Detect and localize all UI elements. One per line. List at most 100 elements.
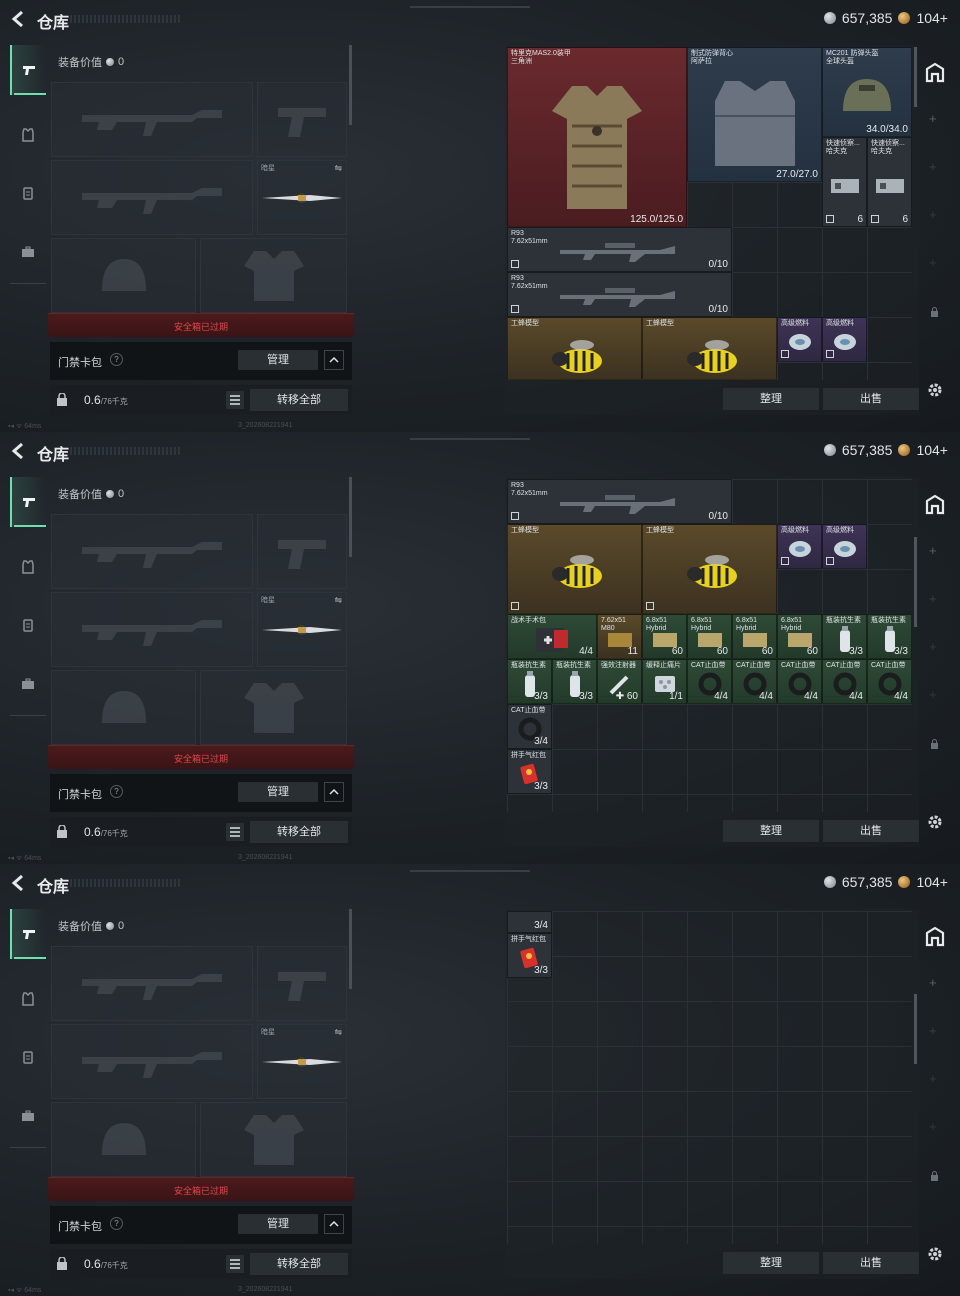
stash-tab-button[interactable] xyxy=(922,923,948,949)
settings-button[interactable] xyxy=(922,809,948,835)
manage-button[interactable]: 管理 xyxy=(238,1214,318,1234)
transfer-all-button[interactable]: 转移全部 xyxy=(250,389,348,411)
list-button[interactable] xyxy=(226,1255,244,1273)
helmet-slot[interactable] xyxy=(51,1102,196,1177)
item-recon-1[interactable]: 快速侦察... 哈夫克 6 xyxy=(822,137,867,227)
stash-tab-button[interactable] xyxy=(922,59,948,85)
sort-button[interactable]: 整理 xyxy=(723,1252,819,1274)
item-injector[interactable]: 强效注射器 ✚ 60 xyxy=(597,659,642,704)
tab-armor[interactable] xyxy=(10,974,46,1024)
primary-weapon-slot[interactable] xyxy=(51,946,253,1021)
sort-button[interactable]: 整理 xyxy=(723,388,819,410)
tab-armor[interactable] xyxy=(10,110,46,160)
settings-button[interactable] xyxy=(922,1241,948,1267)
item-medkit[interactable]: 战术手术包 4/4 xyxy=(507,614,597,659)
item-antibiotic-4[interactable]: 瓶装抗生素 3/3 xyxy=(552,659,597,704)
item-ammo-68-c[interactable]: 6.8x51 Hybrid 60 xyxy=(732,614,777,659)
item-pills[interactable]: 缓释止痛片 1/1 xyxy=(642,659,687,704)
item-ammo-68-d[interactable]: 6.8x51 Hybrid 60 xyxy=(777,614,822,659)
back-arrow-icon[interactable] xyxy=(10,874,28,892)
back-arrow-icon[interactable] xyxy=(10,10,28,28)
item-antibiotic-3[interactable]: 瓶装抗生素 3/3 xyxy=(507,659,552,704)
transfer-all-button[interactable]: 转移全部 xyxy=(250,1253,348,1275)
secondary-weapon-slot[interactable] xyxy=(51,592,253,667)
secondary-weapon-slot[interactable] xyxy=(51,1024,253,1099)
equip-scrollbar[interactable] xyxy=(349,477,352,557)
helmet-slot[interactable] xyxy=(51,670,196,745)
tab-backpack[interactable] xyxy=(10,168,46,218)
safebox-expired-banner[interactable]: 安全箱已过期 xyxy=(48,313,354,337)
item-rifle-1[interactable]: R93 7.62x51mm 0/10 xyxy=(507,227,732,272)
tab-case[interactable] xyxy=(10,1091,46,1141)
add-tab-icon[interactable]: + xyxy=(929,639,937,654)
currency-display[interactable]: 657,385 104+ xyxy=(823,10,948,26)
item-tourniquet-6[interactable]: 3/4 xyxy=(507,911,552,933)
item-rifle-2[interactable]: R93 7.62x51mm 0/10 xyxy=(507,479,732,524)
equip-scrollbar[interactable] xyxy=(349,909,352,989)
add-tab-icon[interactable]: + xyxy=(929,543,937,558)
currency-display[interactable]: 657,385 104+ xyxy=(823,874,948,890)
tab-weapons[interactable] xyxy=(10,909,46,959)
item-tourniquet-5[interactable]: CAT止血带 4/4 xyxy=(867,659,912,704)
item-vest[interactable]: 制式防弹背心 阿萨拉 27.0/27.0 xyxy=(687,47,822,182)
item-tourniquet-2[interactable]: CAT止血带 4/4 xyxy=(732,659,777,704)
tab-case[interactable] xyxy=(10,227,46,277)
item-tourniquet-6[interactable]: CAT止血带 3/4 xyxy=(507,704,552,749)
item-red-packet[interactable]: 拼手气红包 3/3 xyxy=(507,749,552,794)
back-arrow-icon[interactable] xyxy=(10,442,28,460)
sell-button[interactable]: 出售 xyxy=(823,1252,919,1274)
body-armor-slot[interactable] xyxy=(200,238,347,313)
item-tourniquet-1[interactable]: CAT止血带 4/4 xyxy=(687,659,732,704)
swap-icon[interactable]: ⇋ xyxy=(334,1027,342,1038)
melee-slot[interactable]: 暗星 ⇋ xyxy=(257,592,347,667)
item-ammo-762[interactable]: 7.62x51 M80 11 xyxy=(597,614,642,659)
body-armor-slot[interactable] xyxy=(200,1102,347,1177)
stash-scrollbar[interactable] xyxy=(914,537,917,627)
tab-weapons[interactable] xyxy=(10,45,46,95)
add-tab-icon[interactable]: + xyxy=(929,111,937,126)
item-fuel-2[interactable]: 高级燃料 xyxy=(822,524,867,569)
stash-scrollbar[interactable] xyxy=(914,994,917,1064)
item-fuel-1[interactable]: 高级燃料 xyxy=(777,524,822,569)
manage-button[interactable]: 管理 xyxy=(238,350,318,370)
safebox-expired-banner[interactable]: 安全箱已过期 xyxy=(48,1177,354,1201)
equip-scrollbar[interactable] xyxy=(349,45,352,125)
item-recon-2[interactable]: 快速侦察... 哈夫克 6 xyxy=(867,137,912,227)
sort-button[interactable]: 整理 xyxy=(723,820,819,842)
add-tab-icon[interactable]: + xyxy=(929,159,937,174)
tab-case[interactable] xyxy=(10,659,46,709)
helmet-slot[interactable] xyxy=(51,238,196,313)
item-ammo-68-b[interactable]: 6.8x51 Hybrid 60 xyxy=(687,614,732,659)
add-tab-icon[interactable]: + xyxy=(929,207,937,222)
item-antibiotic-2[interactable]: 瓶装抗生素 3/3 xyxy=(867,614,912,659)
item-wasp-2[interactable]: 工蜂模型 xyxy=(642,524,777,614)
add-tab-icon[interactable]: + xyxy=(929,687,937,702)
add-tab-icon[interactable]: + xyxy=(929,975,937,990)
pistol-slot[interactable] xyxy=(257,946,347,1021)
expand-button[interactable] xyxy=(324,782,344,802)
body-armor-slot[interactable] xyxy=(200,670,347,745)
currency-display[interactable]: 657,385 104+ xyxy=(823,442,948,458)
help-icon[interactable]: ? xyxy=(110,785,123,798)
stash-scrollbar[interactable] xyxy=(914,47,917,107)
settings-button[interactable] xyxy=(922,377,948,403)
sell-button[interactable]: 出售 xyxy=(823,820,919,842)
add-tab-icon[interactable]: + xyxy=(929,1119,937,1134)
pistol-slot[interactable] xyxy=(257,514,347,589)
item-tourniquet-4[interactable]: CAT止血带 4/4 xyxy=(822,659,867,704)
expand-button[interactable] xyxy=(324,350,344,370)
stash-tab-button[interactable] xyxy=(922,491,948,517)
item-armor[interactable]: 特里克MAS2.0装甲 三角洲 125.0/125.0 xyxy=(507,47,687,227)
add-tab-icon[interactable]: + xyxy=(929,255,937,270)
swap-icon[interactable]: ⇋ xyxy=(334,595,342,606)
expand-button[interactable] xyxy=(324,1214,344,1234)
help-icon[interactable]: ? xyxy=(110,353,123,366)
add-tab-icon[interactable]: + xyxy=(929,1023,937,1038)
transfer-all-button[interactable]: 转移全部 xyxy=(250,821,348,843)
primary-weapon-slot[interactable] xyxy=(51,82,253,157)
safebox-expired-banner[interactable]: 安全箱已过期 xyxy=(48,745,354,769)
item-fuel-2[interactable]: 高级燃料 xyxy=(822,317,867,362)
add-tab-icon[interactable]: + xyxy=(929,591,937,606)
item-fuel-1[interactable]: 高级燃料 xyxy=(777,317,822,362)
melee-slot[interactable]: 暗星 ⇋ xyxy=(257,1024,347,1099)
